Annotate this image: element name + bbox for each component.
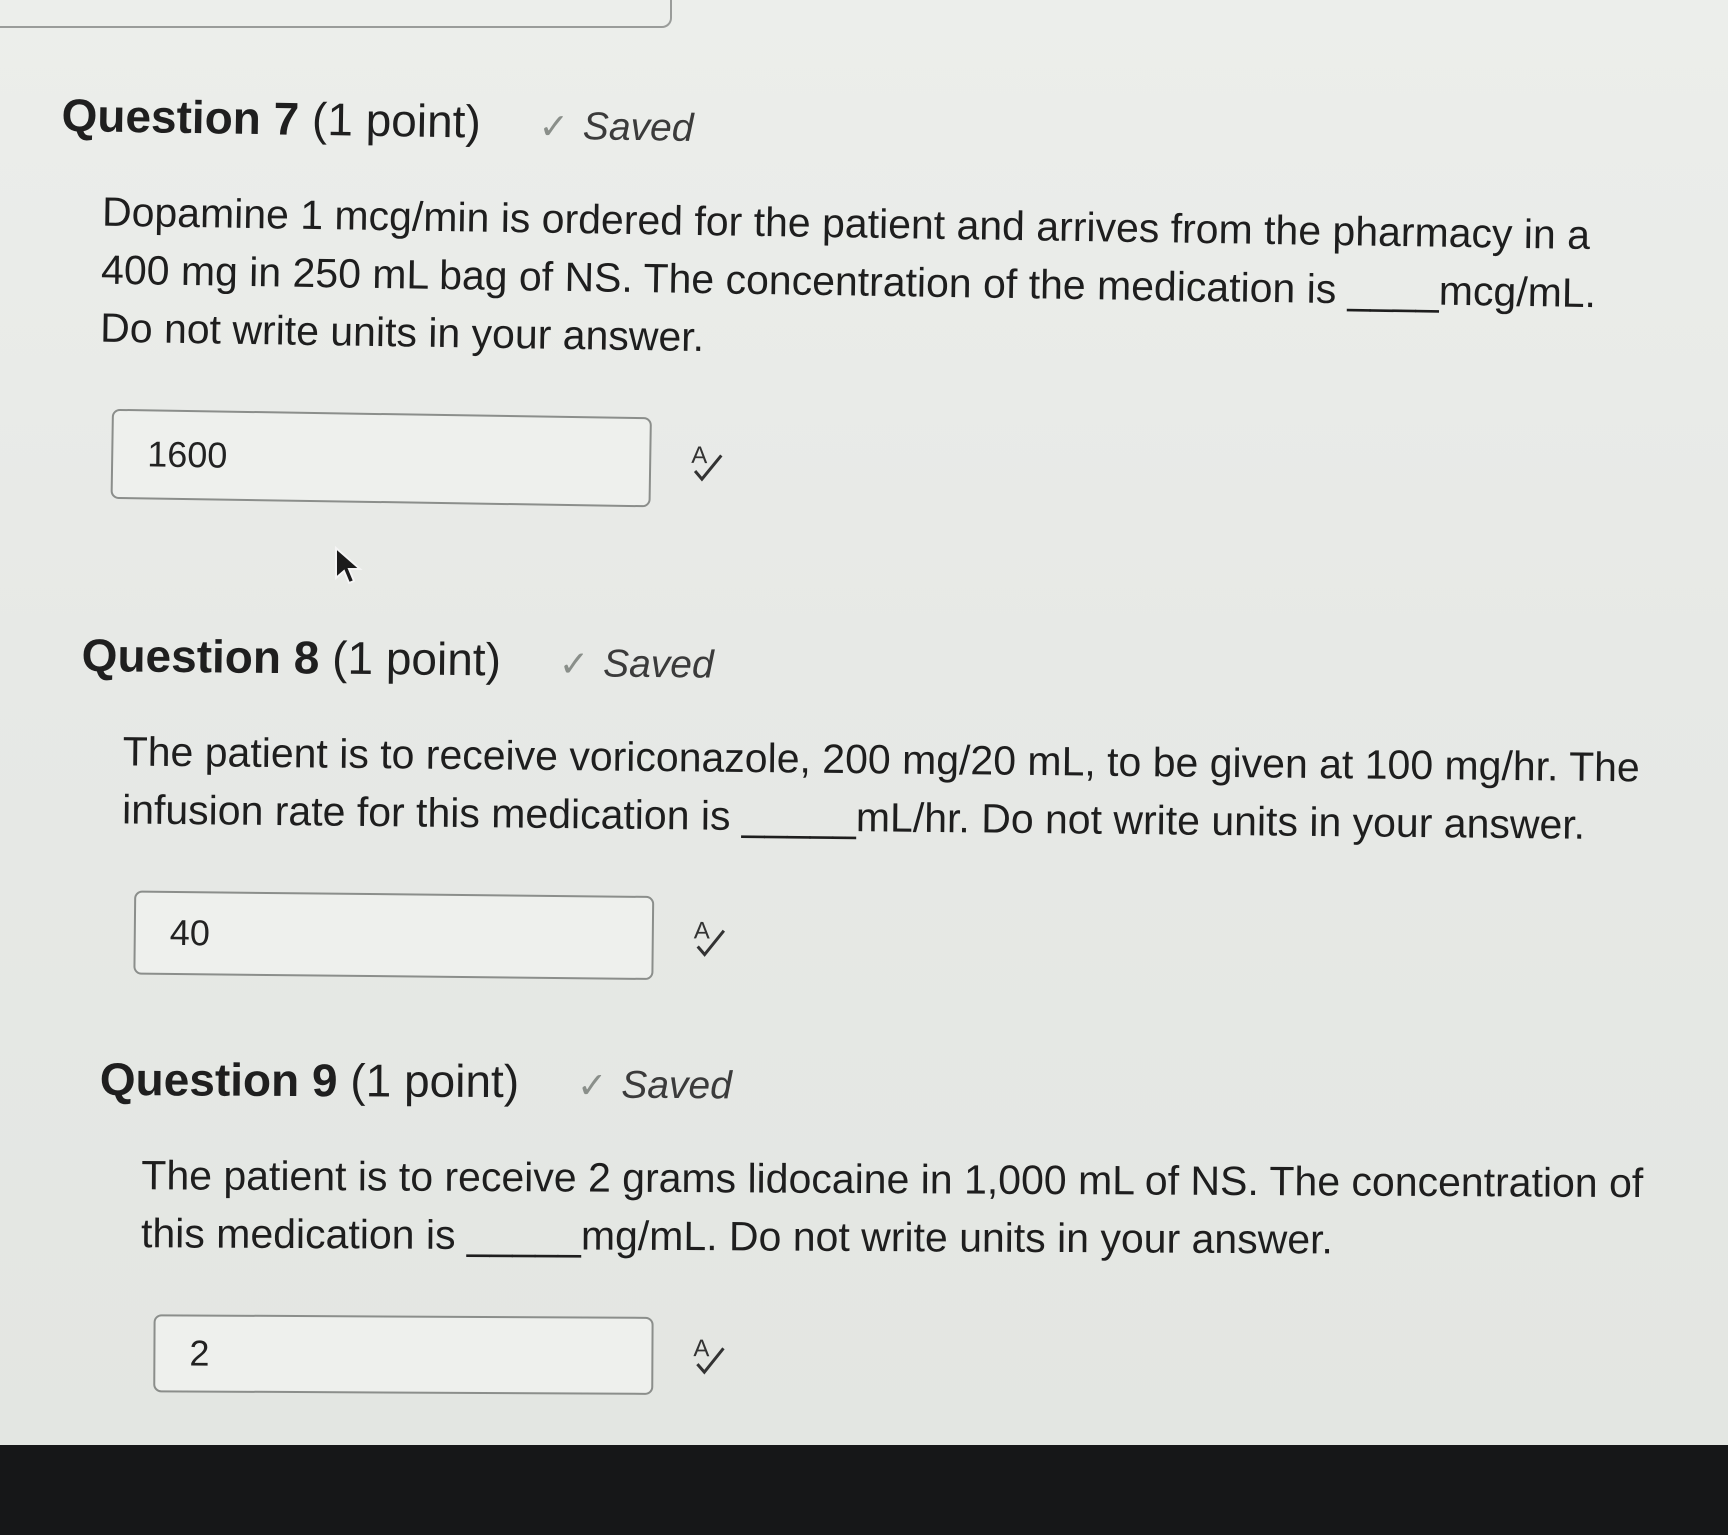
saved-status: ✓ Saved — [538, 104, 693, 150]
monitor-bezel — [0, 1445, 1728, 1535]
question-number: Question 9 — [99, 1053, 338, 1107]
saved-status: ✓ Saved — [559, 642, 714, 688]
question-text: Dopamine 1 mcg/min is ordered for the pa… — [100, 183, 1598, 380]
question-line: this medication is _____mg/mL. Do not wr… — [140, 1210, 1333, 1263]
question-text: The patient is to receive voriconazole, … — [122, 722, 1640, 854]
question-text: The patient is to receive 2 grams lidoca… — [141, 1146, 1643, 1270]
previous-answer-field[interactable] — [0, 0, 672, 28]
question-9: Question 9 (1 point) ✓ Saved The patient… — [98, 1052, 1644, 1400]
saved-label: Saved — [621, 1063, 732, 1108]
question-8: Question 8 (1 point) ✓ Saved The patient… — [78, 628, 1641, 990]
answer-input[interactable] — [133, 890, 655, 981]
question-number: Question 8 — [81, 628, 320, 684]
answer-row: A — [153, 1314, 1642, 1400]
svg-text:A: A — [693, 1335, 709, 1362]
question-points: (1 point) — [311, 92, 482, 148]
answer-input[interactable] — [153, 1314, 654, 1395]
question-line: The patient is to receive 2 grams lidoca… — [141, 1152, 1644, 1207]
question-header: Question 7 (1 point) ✓ Saved — [61, 88, 1599, 166]
question-number: Question 7 — [61, 88, 300, 145]
check-icon: ✓ — [576, 1064, 608, 1106]
question-title: Question 7 (1 point) — [61, 88, 481, 149]
answer-row: A — [110, 408, 1594, 522]
mouse-cursor-icon — [335, 546, 363, 585]
answer-row: A — [133, 890, 1638, 991]
check-icon: ✓ — [558, 642, 590, 685]
question-header: Question 8 (1 point) ✓ Saved — [81, 628, 1641, 698]
saved-label: Saved — [602, 642, 714, 687]
question-title: Question 9 (1 point) — [100, 1052, 520, 1108]
saved-status: ✓ Saved — [577, 1063, 732, 1108]
spell-check-icon[interactable]: A — [690, 916, 730, 960]
svg-text:A: A — [691, 442, 707, 469]
answer-input[interactable] — [110, 408, 652, 508]
check-icon: ✓ — [538, 105, 570, 147]
spell-check-icon[interactable]: A — [689, 1334, 729, 1378]
question-title: Question 8 (1 point) — [81, 628, 501, 686]
question-points: (1 point) — [350, 1054, 520, 1108]
quiz-page: Question 7 (1 point) ✓ Saved Dopamine 1 … — [0, 0, 1728, 1445]
question-header: Question 9 (1 point) ✓ Saved — [100, 1052, 1644, 1114]
svg-text:A: A — [694, 917, 710, 944]
spell-check-icon[interactable]: A — [687, 441, 728, 486]
question-points: (1 point) — [331, 631, 502, 686]
question-7: Question 7 (1 point) ✓ Saved Dopamine 1 … — [56, 88, 1599, 522]
saved-label: Saved — [582, 105, 694, 150]
